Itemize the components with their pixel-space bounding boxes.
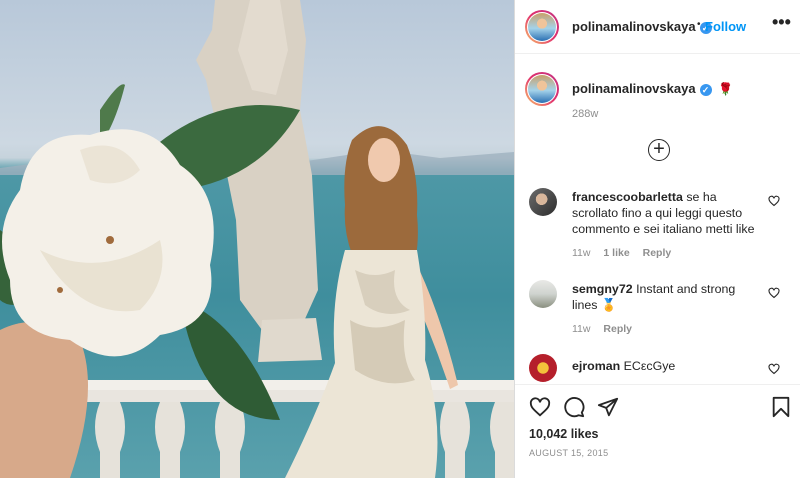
commenter-avatar[interactable] [529,280,557,308]
share-icon[interactable] [597,396,619,418]
comment-time[interactable]: 11w [572,323,590,335]
post-side-panel: polinamalinovskaya ✓ • Follow ••• polinam… [514,0,800,478]
post-photo[interactable] [0,0,514,478]
commenter-username[interactable]: ejroman [572,359,620,373]
bookmark-icon[interactable] [771,396,791,418]
likes-count[interactable]: 10,042 likes [529,427,599,441]
commenter-username[interactable]: francescoobarletta [572,190,683,204]
post-date[interactable]: AUGUST 15, 2015 [529,448,608,458]
separator-dot: • [697,19,701,30]
caption-timestamp[interactable]: 288w [572,108,598,120]
commenter-avatar[interactable] [529,354,557,382]
post-actions-bar: 10,042 likes AUGUST 15, 2015 [515,384,800,478]
comment-text: ECεcGye [623,359,676,373]
follow-button[interactable]: Follow [705,19,746,34]
heart-icon[interactable] [768,363,780,375]
reply-button[interactable]: Reply [643,247,672,259]
caption-author-username[interactable]: polinamalinovskaya ✓ 🌹 [572,81,733,96]
caption-emoji: 🌹 [718,82,734,96]
verified-badge-icon: ✓ [699,84,712,96]
comment-icon[interactable] [563,396,585,418]
like-heart-icon[interactable] [529,396,551,418]
author-avatar[interactable] [525,10,559,44]
commenter-avatar[interactable] [529,188,557,216]
heart-icon[interactable] [768,195,780,207]
photo-illustration [0,0,514,478]
comment-time[interactable]: 11w [572,247,590,259]
medal-emoji: 🏅 [600,298,617,312]
author-username-header[interactable]: polinamalinovskaya ✓ [572,19,712,34]
commenter-username[interactable]: semgny72 [572,282,633,296]
plus-circle-icon[interactable]: + [648,139,670,161]
reply-button[interactable]: Reply [603,323,632,335]
heart-icon[interactable] [768,287,780,299]
caption-author-avatar[interactable] [525,72,559,106]
post-header: polinamalinovskaya ✓ • Follow ••• [515,0,800,54]
more-options-icon[interactable]: ••• [772,12,791,33]
comment-likes[interactable]: 1 like [603,247,629,259]
